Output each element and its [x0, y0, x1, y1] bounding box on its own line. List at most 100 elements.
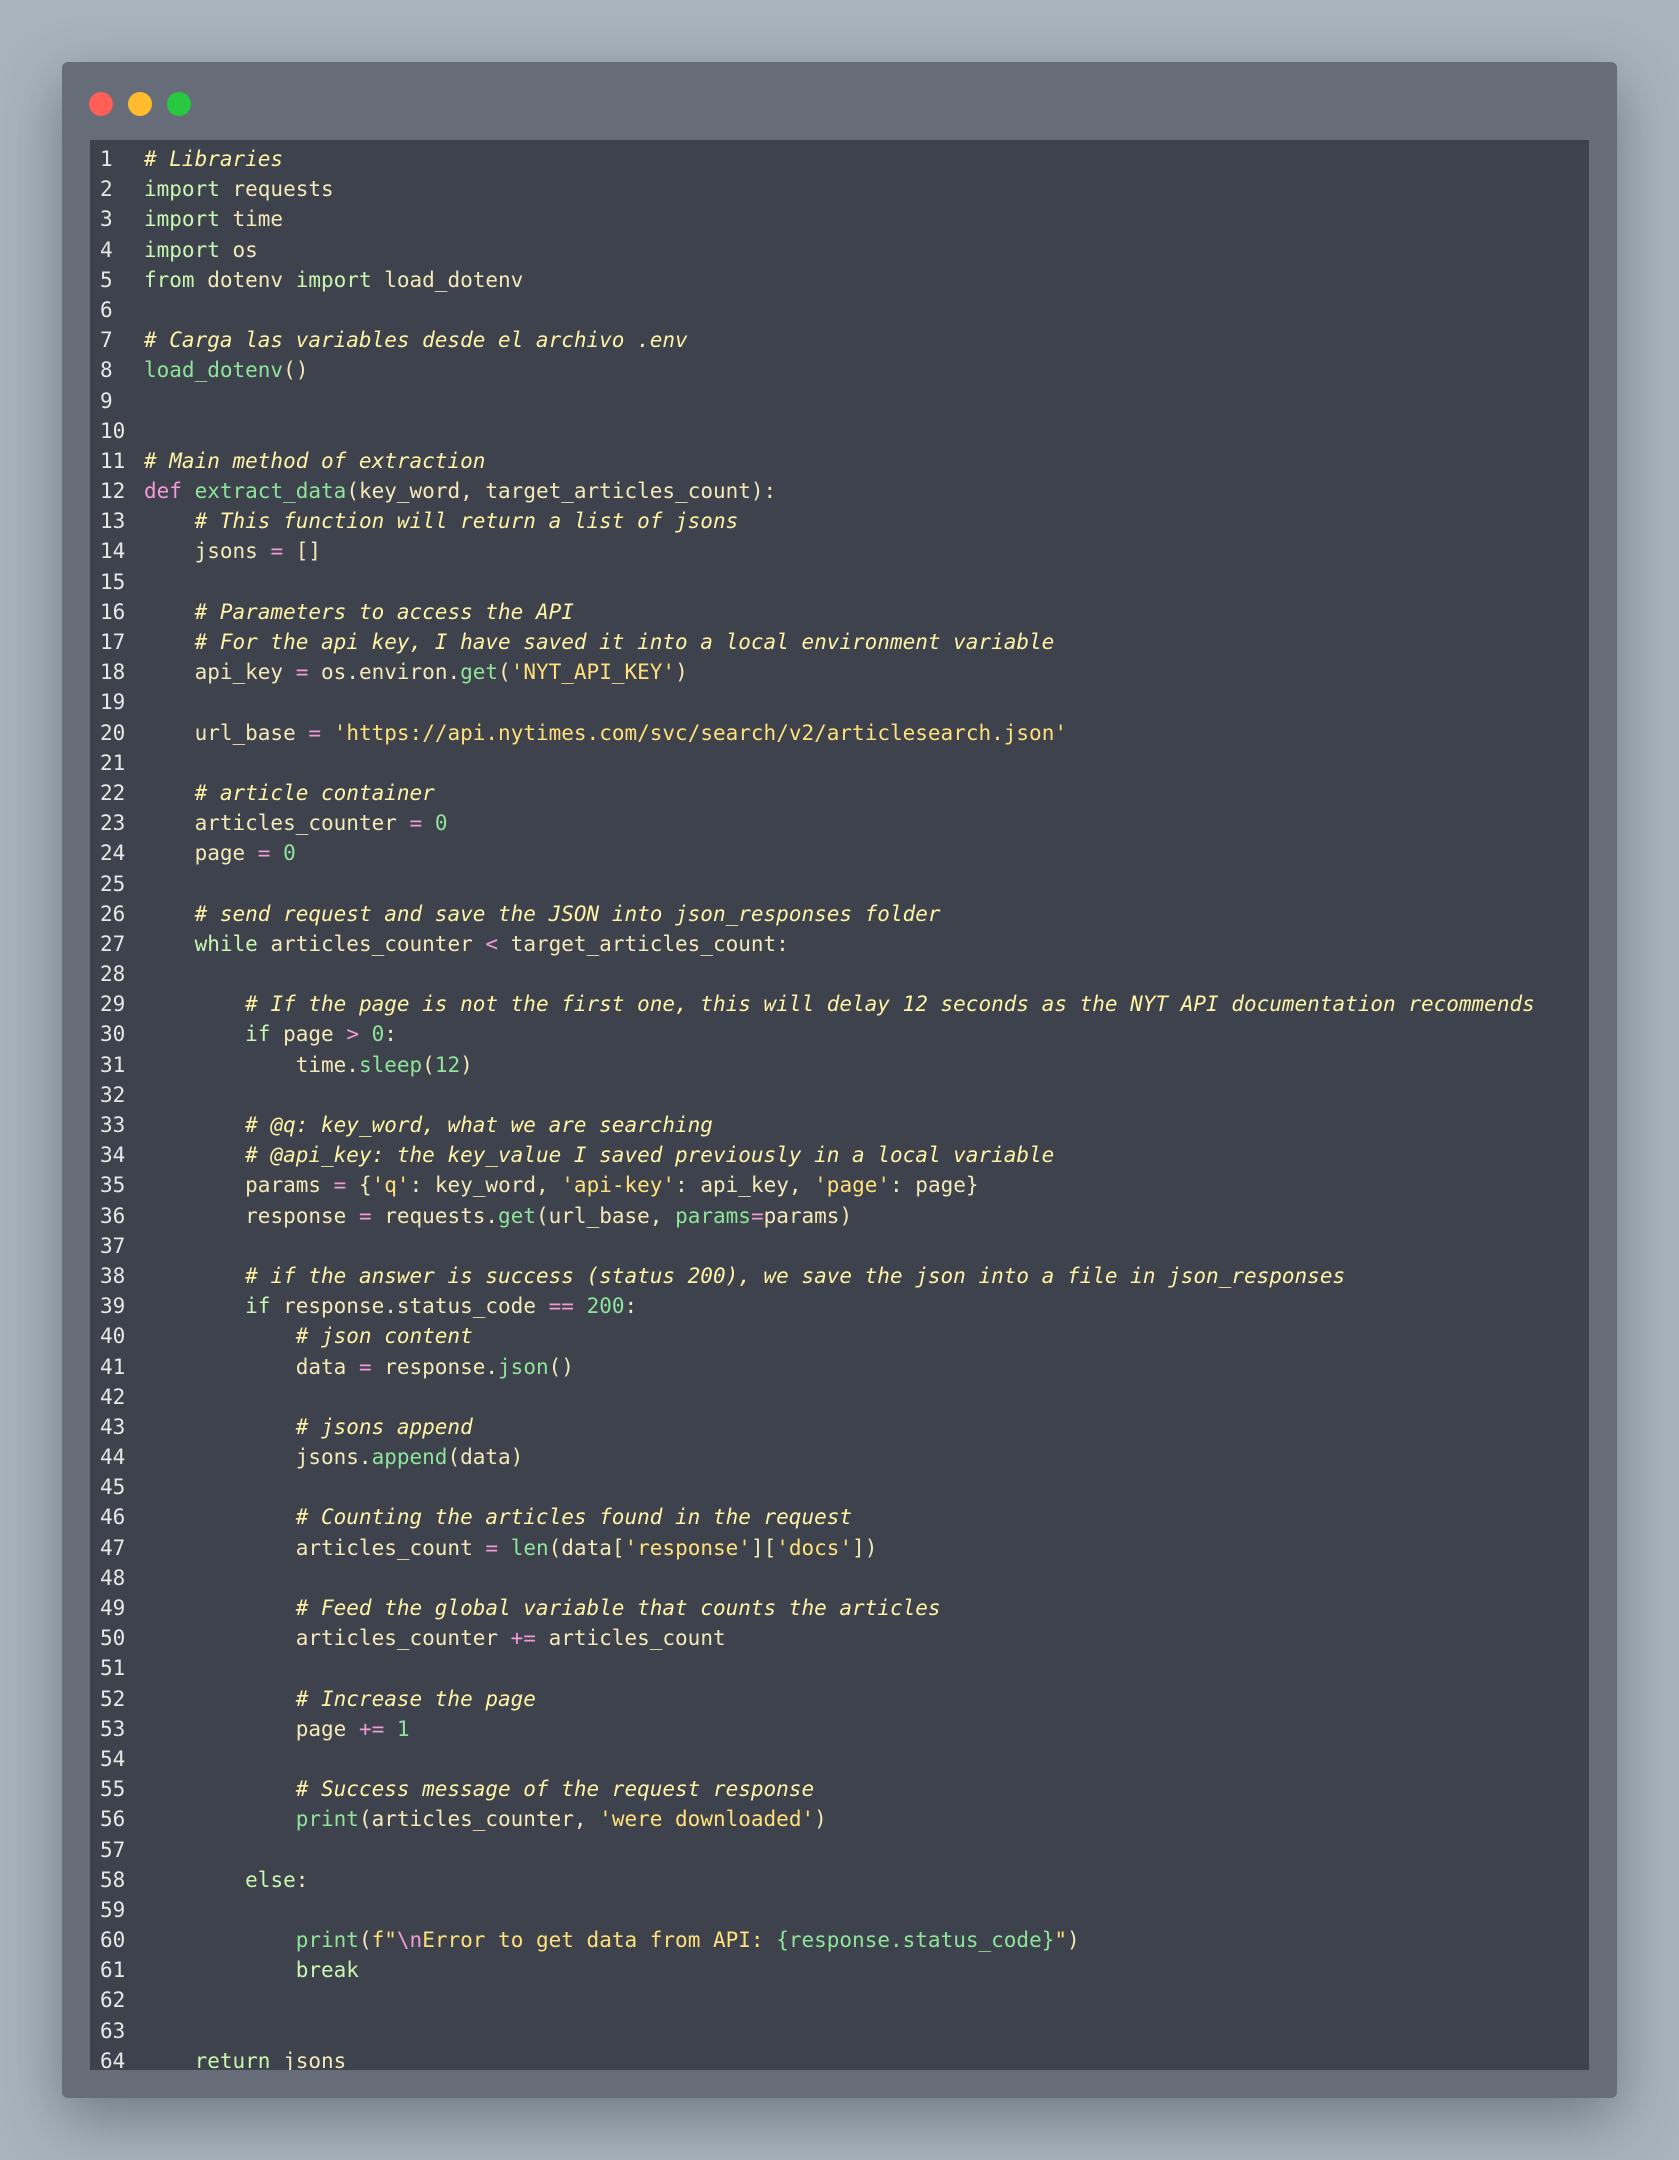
- code-token-punct: (: [548, 1535, 562, 1560]
- code-text: print(f"\nError to get data from API: {r…: [144, 1925, 1080, 1955]
- code-line: 63: [90, 2016, 1589, 2046]
- code-text: # Main method of extraction: [144, 446, 485, 476]
- code-text: # Parameters to access the API: [144, 597, 574, 627]
- line-number: 15: [100, 569, 126, 594]
- code-line: 34 # @api_key: the key_value I saved pre…: [90, 1140, 1589, 1170]
- code-token-plain: api_key: [194, 660, 296, 685]
- line-number: 61: [100, 1958, 126, 1983]
- code-line: 10: [90, 416, 1589, 446]
- code-line: 31 time.sleep(12): [90, 1050, 1589, 1080]
- line-number: 36: [100, 1203, 126, 1228]
- code-token-num: 0: [434, 811, 448, 836]
- code-text: params = {'q': key_word, 'api-key': api_…: [144, 1170, 978, 1200]
- code-line: 15: [90, 567, 1589, 597]
- line-number: 17: [100, 630, 126, 654]
- code-window: 1 # Libraries 2 import requests 3 import time…: [62, 62, 1617, 2098]
- line-number: 3: [100, 207, 113, 232]
- line-number: 13: [100, 509, 126, 534]
- code-line: 52 # Increase the page: [90, 1684, 1589, 1714]
- code-token-plain: : key_word,: [409, 1173, 562, 1198]
- code-text: # jsons append: [144, 1412, 473, 1442]
- code-token-punct: (: [346, 479, 359, 504]
- line-number: 6: [100, 297, 113, 322]
- code-token-plain: target_articles_count:: [498, 931, 789, 956]
- code-token-op: =: [358, 1354, 372, 1379]
- code-token-op: =: [295, 660, 309, 685]
- code-text: load_dotenv(): [144, 355, 308, 385]
- code-token-def: def: [144, 479, 182, 504]
- code-token-punct: (: [358, 1807, 372, 1832]
- code-text: break: [144, 1955, 359, 1985]
- code-text: # Counting the articles found in the req…: [144, 1502, 852, 1532]
- code-token-str: f": [371, 1928, 397, 1953]
- code-token-func: sleep: [358, 1052, 423, 1077]
- code-token-plain: url_base: [194, 720, 309, 745]
- line-number: 29: [100, 992, 126, 1017]
- code-token-func: extract_data: [194, 479, 347, 504]
- code-token-interp: {response.status_code}: [776, 1928, 1055, 1953]
- line-number: 32: [100, 1082, 126, 1107]
- code-line: 14 jsons = []: [90, 536, 1589, 566]
- code-token-plain: time.: [295, 1052, 359, 1077]
- code-token-plain: url_base,: [548, 1203, 676, 1228]
- line-number: 5: [100, 267, 113, 292]
- code-token-op: =: [308, 720, 322, 745]
- minimize-button[interactable]: [128, 92, 152, 116]
- line-number: 41: [100, 1354, 126, 1379]
- code-line: 46 # Counting the articles found in the …: [90, 1502, 1589, 1532]
- close-button[interactable]: [89, 92, 113, 116]
- line-number: 27: [100, 931, 126, 956]
- line-number: 7: [100, 328, 113, 353]
- code-token-plain: ][: [750, 1535, 777, 1560]
- code-line: 9: [90, 386, 1589, 416]
- code-line: 42: [90, 1382, 1589, 1412]
- code-token-punct: ): [864, 1535, 878, 1560]
- code-text: jsons = []: [144, 536, 321, 566]
- code-text: # Increase the page: [144, 1684, 536, 1714]
- code-token-comment: # Carga las variables desde el archivo .…: [144, 328, 688, 353]
- code-editor[interactable]: 1 # Libraries 2 import requests 3 import time…: [90, 140, 1589, 2070]
- line-number: 19: [100, 690, 126, 715]
- code-token-num: 200: [586, 1294, 625, 1319]
- line-number: 62: [100, 1988, 126, 2013]
- code-text: page += 1: [144, 1714, 410, 1744]
- code-line: 13 # This function will return a list of…: [90, 506, 1589, 536]
- code-text: page = 0: [144, 838, 296, 868]
- code-token-esc: \n: [396, 1928, 423, 1953]
- line-number: 37: [100, 1233, 126, 1258]
- code-token-comment: # This function will return a list of js…: [194, 509, 739, 534]
- line-number: 46: [100, 1505, 126, 1530]
- code-token-plain: articles_counter,: [371, 1807, 600, 1832]
- code-text: # json content: [144, 1321, 473, 1351]
- code-line: 29 # If the page is not the first one, t…: [90, 989, 1589, 1019]
- code-token-str: 'page': [814, 1173, 891, 1198]
- line-number: 40: [100, 1324, 126, 1349]
- code-token-plain: response.status_code: [270, 1294, 549, 1319]
- code-token-comment: # jsons append: [295, 1414, 473, 1439]
- code-token-keyword: return: [194, 2048, 271, 2070]
- code-line: 24 page = 0: [90, 838, 1589, 868]
- line-number: 11: [100, 448, 126, 473]
- code-line: 30 if page > 0:: [90, 1019, 1589, 1049]
- line-number: 10: [100, 418, 126, 443]
- code-token-op: <: [485, 931, 499, 956]
- line-number: 33: [100, 1113, 126, 1137]
- maximize-button[interactable]: [167, 92, 191, 116]
- code-token-punct: (: [447, 1445, 461, 1470]
- code-text: time.sleep(12): [144, 1050, 473, 1080]
- code-line: 3 import time: [90, 204, 1589, 234]
- line-number: 25: [100, 871, 126, 896]
- code-token-punct: ): [675, 660, 688, 685]
- code-token-keyword: while: [194, 931, 258, 956]
- code-text: if page > 0:: [144, 1019, 397, 1049]
- code-text: # article container: [144, 778, 435, 808]
- line-number: 42: [100, 1384, 126, 1409]
- code-line: 32: [90, 1080, 1589, 1110]
- code-text: # @q: key_word, what we are searching: [144, 1110, 713, 1140]
- code-line: 7 # Carga las variables desde el archivo …: [90, 325, 1589, 355]
- line-number: 31: [100, 1052, 126, 1077]
- code-token-comment: # Libraries: [144, 147, 284, 171]
- code-token-comment: # For the api key, I have saved it into …: [194, 630, 1055, 654]
